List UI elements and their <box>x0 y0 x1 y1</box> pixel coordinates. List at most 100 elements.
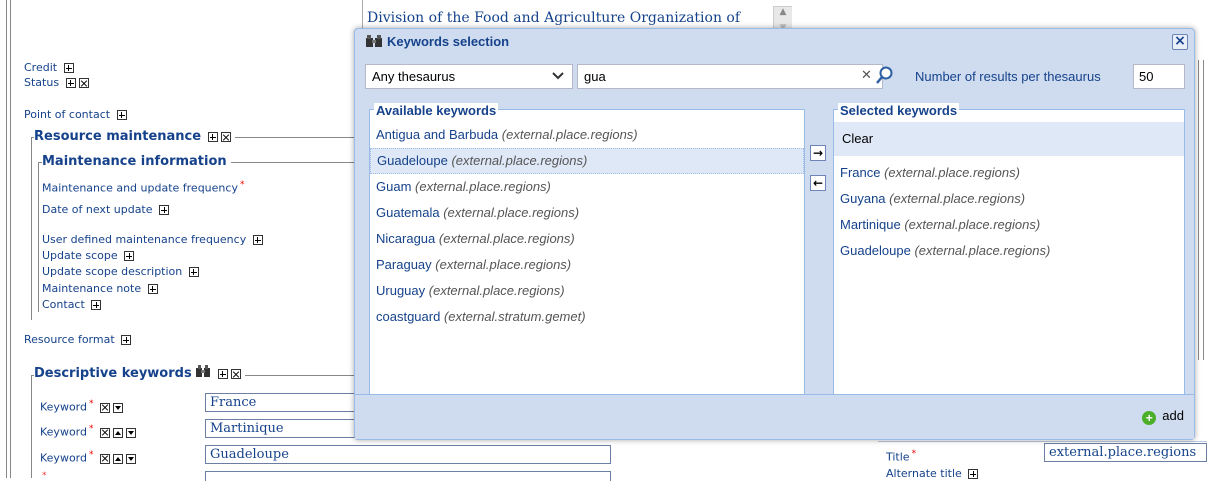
keyword-thesaurus: (external.place.regions) <box>451 153 588 168</box>
add-descriptive-keywords-icon[interactable] <box>217 369 228 379</box>
add-button-label: add <box>1162 408 1184 423</box>
close-icon[interactable]: × <box>1172 34 1188 50</box>
title-input[interactable]: external.place.regions <box>1044 443 1207 462</box>
keyword-input[interactable]: Martinique <box>205 419 355 438</box>
credit-row: Credit <box>24 61 74 74</box>
results-per-thesaurus-input[interactable]: 50 <box>1133 64 1185 89</box>
remove-status-icon[interactable] <box>78 78 89 88</box>
maint-note-row: Maintenance note <box>42 282 158 295</box>
keyword-thesaurus: (external.place.regions) <box>428 283 565 298</box>
next-update-row: Date of next update <box>42 203 170 216</box>
list-item[interactable]: Guyana (external.place.regions) <box>834 186 1184 212</box>
keyword-thesaurus: (external.stratum.gemet) <box>443 309 586 324</box>
move-up-icon[interactable] <box>112 427 123 438</box>
list-item[interactable]: Guatemala (external.place.regions) <box>370 200 804 226</box>
remove-keyword-icon[interactable] <box>99 402 110 413</box>
add-point-of-contact-icon[interactable] <box>116 110 127 120</box>
list-item[interactable]: France (external.place.regions) <box>834 160 1184 186</box>
keyword-name: Uruguay <box>376 283 426 298</box>
add-user-freq-icon[interactable] <box>252 235 263 245</box>
selected-keywords-legend: Selected keywords <box>838 103 960 118</box>
add-next-update-icon[interactable] <box>159 205 170 215</box>
right-outer-border-inner <box>1203 60 1204 360</box>
update-scope-desc-row: Update scope description <box>42 265 199 278</box>
resource-format-label: Resource format <box>24 333 115 346</box>
next-update-label: Date of next update <box>42 203 153 216</box>
chevron-down-icon[interactable] <box>552 69 564 83</box>
add-button[interactable]: + add <box>1142 408 1184 425</box>
available-keywords-list: Antigua and Barbuda (external.place.regi… <box>370 122 804 330</box>
resource-format-row: Resource format <box>24 333 132 346</box>
update-scope-label: Update scope <box>42 249 118 262</box>
keyword-thesaurus: (external.place.regions) <box>501 127 638 142</box>
keyword-name: Guatemala <box>376 205 440 220</box>
add-resource-maintenance-icon[interactable] <box>207 132 218 142</box>
available-keywords-panel: Available keywords Antigua and Barbuda (… <box>369 103 805 396</box>
maint-freq-row: Maintenance and update frequency * <box>42 180 245 195</box>
list-item[interactable]: Guadeloupe (external.place.regions) <box>834 238 1184 264</box>
add-selected-arrow-icon[interactable]: → <box>810 145 826 161</box>
add-contact-icon[interactable] <box>91 300 102 310</box>
move-down-icon[interactable] <box>112 402 123 413</box>
dialog-title: Keywords selection <box>365 34 509 49</box>
keyword-thesaurus: (external.place.regions) <box>914 243 1051 258</box>
user-freq-label: User defined maintenance frequency <box>42 233 247 246</box>
keyword-input[interactable]: Guadeloupe <box>205 445 611 464</box>
move-down-icon[interactable] <box>125 453 136 464</box>
clear-button[interactable]: Clear <box>834 122 1184 156</box>
results-per-thesaurus-label: Number of results per thesaurus <box>915 69 1101 84</box>
point-of-contact-label: Point of contact <box>24 108 111 121</box>
credit-label: Credit <box>24 61 58 74</box>
descriptive-keywords-label: Descriptive keywords <box>34 366 192 381</box>
keyword-row-1-label: Keyword * <box>40 399 123 414</box>
keyword-input[interactable]: France <box>205 393 355 412</box>
keyword-thesaurus: (external.place.regions) <box>438 231 575 246</box>
add-update-scope-icon[interactable] <box>124 251 135 261</box>
add-status-icon[interactable] <box>65 78 76 88</box>
update-scope-row: Update scope <box>42 249 135 262</box>
search-input[interactable]: gua <box>577 64 883 89</box>
keyword-thesaurus: (external.place.regions) <box>415 179 551 194</box>
add-icon: + <box>1142 411 1157 425</box>
remove-descriptive-keywords-icon[interactable] <box>230 369 241 379</box>
list-item[interactable]: Nicaragua (external.place.regions) <box>370 226 804 252</box>
outer-fieldset-border <box>6 0 7 478</box>
keyword-name: Paraguay <box>376 257 432 272</box>
keyword-name: Guyana <box>840 191 886 206</box>
keyword-name: Nicaragua <box>376 231 436 246</box>
add-credit-icon[interactable] <box>63 63 74 73</box>
remove-keyword-icon[interactable] <box>99 427 110 438</box>
keyword-input-partial[interactable] <box>205 471 611 481</box>
keyword-row-3-label: Keyword * <box>40 450 136 465</box>
add-resource-format-icon[interactable] <box>121 335 132 345</box>
keyword-name: France <box>840 165 881 180</box>
keyword-name: Martinique <box>840 217 901 232</box>
keyword-thesaurus: (external.place.regions) <box>435 257 572 272</box>
binoculars-icon[interactable] <box>195 364 211 378</box>
thesaurus-select-value: Any thesaurus <box>372 69 456 84</box>
keyword-name: Antigua and Barbuda <box>376 127 499 142</box>
thesaurus-select[interactable]: Any thesaurus <box>365 64 573 89</box>
remove-keyword-icon[interactable] <box>99 453 110 464</box>
list-item-selected[interactable]: Guadeloupe (external.place.regions) <box>370 148 804 174</box>
binoculars-icon <box>366 35 382 47</box>
alternate-title-row: Alternate title <box>886 467 979 480</box>
add-maint-note-icon[interactable] <box>147 284 158 294</box>
clear-search-icon[interactable]: ✕ <box>861 68 872 83</box>
search-icon[interactable] <box>875 65 895 87</box>
remove-selected-arrow-icon[interactable]: ← <box>810 175 826 191</box>
list-item[interactable]: coastguard (external.stratum.gemet) <box>370 304 804 330</box>
remove-resource-maintenance-icon[interactable] <box>220 132 231 142</box>
list-item[interactable]: Paraguay (external.place.regions) <box>370 252 804 278</box>
move-down-icon[interactable] <box>125 427 136 438</box>
list-item[interactable]: Uruguay (external.place.regions) <box>370 278 804 304</box>
contact-label: Contact <box>42 298 85 311</box>
list-item[interactable]: Antigua and Barbuda (external.place.regi… <box>370 122 804 148</box>
status-label: Status <box>24 76 60 89</box>
list-item[interactable]: Martinique (external.place.regions) <box>834 212 1184 238</box>
list-item[interactable]: Guam (external.place.regions) <box>370 174 804 200</box>
add-update-scope-desc-icon[interactable] <box>188 267 199 277</box>
move-up-icon[interactable] <box>112 453 123 464</box>
maintenance-info-legend: Maintenance information <box>42 154 231 169</box>
keywords-selection-dialog: Keywords selection × Any thesaurus gua ✕… <box>354 28 1195 440</box>
